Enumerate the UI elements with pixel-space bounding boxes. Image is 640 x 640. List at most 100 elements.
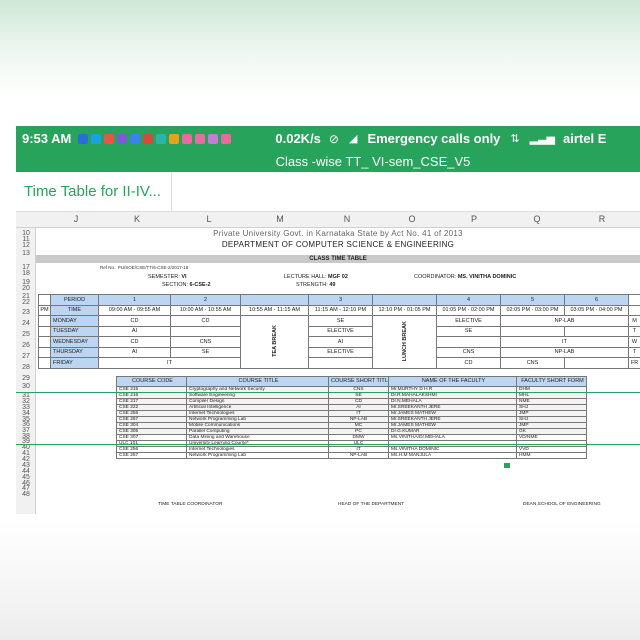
notification-icon <box>143 133 154 144</box>
ref-number: Ref No.: PU/SOE/CSE/TT/6-CSE-2/2017-18 <box>100 265 189 270</box>
tue-p5[interactable] <box>500 325 565 337</box>
row-number[interactable]: 18 <box>16 270 36 277</box>
column-N[interactable]: N <box>337 214 357 224</box>
row-number[interactable]: 48 <box>16 491 36 498</box>
course-title[interactable]: Network Programming Lab <box>186 452 329 459</box>
column-L[interactable]: L <box>199 214 219 224</box>
tue-p4[interactable]: SE <box>436 325 501 337</box>
row-number[interactable]: 13 <box>16 250 36 257</box>
fri-p12[interactable]: IT <box>98 357 241 369</box>
day-tuesday[interactable]: TUESDAY <box>50 325 99 337</box>
selection-handle[interactable] <box>504 463 510 468</box>
row-number[interactable]: 24 <box>16 320 36 327</box>
column-R[interactable]: R <box>592 214 612 224</box>
wed-p4[interactable] <box>436 336 501 348</box>
day-wednesday[interactable]: WEDNESDAY <box>50 336 99 348</box>
left-cut-pm[interactable]: PM <box>38 304 51 316</box>
tue-p3[interactable]: ELECTIVE <box>308 325 373 337</box>
period-6[interactable]: 6 <box>564 294 629 306</box>
period-label[interactable]: PERIOD <box>50 294 99 306</box>
wed-p56[interactable]: IT <box>500 336 629 348</box>
right-cut-t[interactable]: T <box>628 325 640 337</box>
mon-p3[interactable]: SE <box>308 315 373 327</box>
period-1[interactable]: 1 <box>98 294 171 306</box>
mon-p56[interactable]: NP-LAB <box>500 315 629 327</box>
row-number[interactable]: 30 <box>16 383 36 390</box>
right-cut-t[interactable]: T <box>628 346 640 358</box>
time-5[interactable]: 02:05 PM - 03:00 PM <box>500 304 565 316</box>
tue-p1[interactable]: AI <box>98 325 171 337</box>
column-P[interactable]: P <box>464 214 484 224</box>
thu-p1[interactable]: AI <box>98 346 171 358</box>
clock: 9:53 AM <box>22 131 72 146</box>
time-2[interactable]: 10:00 AM - 10:55 AM <box>170 304 241 316</box>
tue-p6[interactable] <box>564 325 629 337</box>
thu-p4[interactable]: CNS <box>436 346 501 358</box>
right-cut-fr[interactable]: FR <box>628 357 640 369</box>
period-4[interactable]: 4 <box>436 294 501 306</box>
tea-break-cell[interactable]: TEA BREAK <box>240 315 309 369</box>
thu-p3[interactable]: ELECTIVE <box>308 346 373 358</box>
row-number[interactable]: 23 <box>16 309 36 316</box>
mon-p2[interactable]: CD <box>170 315 241 327</box>
wed-p3[interactable]: AI <box>308 336 373 348</box>
wed-p2[interactable]: CNS <box>170 336 241 348</box>
thu-p56[interactable]: NP-LAB <box>500 346 629 358</box>
header-course-title[interactable]: COURSE TITLE <box>186 376 329 387</box>
row-number[interactable]: 20 <box>16 285 36 292</box>
time-label[interactable]: TIME <box>50 304 99 316</box>
header-faculty-short[interactable]: FACULTY SHORT FORM <box>516 376 587 387</box>
thu-p2[interactable]: SE <box>170 346 241 358</box>
time-tea[interactable]: 10:55 AM - 11:15 AM <box>240 304 309 316</box>
period-5[interactable]: 5 <box>500 294 565 306</box>
time-6[interactable]: 03:05 PM - 04:00 PM <box>564 304 629 316</box>
column-K[interactable]: K <box>127 214 147 224</box>
course-short-title[interactable]: NP-LAB <box>328 452 389 459</box>
mon-p4[interactable]: ELECTIVE <box>436 315 501 327</box>
row-number[interactable]: 27 <box>16 353 36 360</box>
header-course-code[interactable]: COURSE CODE <box>116 376 187 387</box>
notification-icon <box>130 133 141 144</box>
day-thursday[interactable]: THURSDAY <box>50 346 99 358</box>
fri-p4[interactable]: CD <box>436 357 501 369</box>
time-3[interactable]: 11:15 AM - 12:10 PM <box>308 304 373 316</box>
period-3[interactable]: 3 <box>308 294 373 306</box>
day-monday[interactable]: MONDAY <box>50 315 99 327</box>
period-2[interactable]: 2 <box>170 294 241 306</box>
faculty-short[interactable]: HMM <box>516 452 587 459</box>
sheet-tab-label[interactable]: Time Table for II-IV... <box>24 183 161 200</box>
time-1[interactable]: 09:00 AM - 09:55 AM <box>98 304 171 316</box>
row-number[interactable]: 26 <box>16 342 36 349</box>
faculty-name[interactable]: Ms.H.M MANJULA <box>388 452 517 459</box>
tue-p2[interactable] <box>170 325 241 337</box>
header-faculty-name[interactable]: NAME OF THE FACULTY <box>388 376 517 387</box>
column-Q[interactable]: Q <box>527 214 547 224</box>
notification-icon <box>104 133 115 144</box>
row-number[interactable]: 29 <box>16 375 36 382</box>
column-O[interactable]: O <box>402 214 422 224</box>
header-short-title[interactable]: COURSE SHORT TITLE <box>328 376 389 387</box>
day-friday[interactable]: FRIDAY <box>50 357 99 369</box>
row-number[interactable]: 12 <box>16 242 36 249</box>
time-row: PM TIME 09:00 AM - 09:55 AM 10:00 AM - 1… <box>38 304 640 316</box>
section-label: SECTION: <box>162 282 188 288</box>
fri-p3[interactable] <box>308 357 373 369</box>
fri-p6[interactable] <box>564 357 629 369</box>
lunch-break-cell[interactable]: LUNCH BREAK <box>372 315 437 369</box>
row-number[interactable]: 28 <box>16 364 36 371</box>
period-break-2[interactable] <box>372 294 437 306</box>
mon-p1[interactable]: CD <box>98 315 171 327</box>
wed-p1[interactable]: CD <box>98 336 171 348</box>
column-M[interactable]: M <box>270 214 290 224</box>
column-J[interactable]: J <box>66 214 86 224</box>
footer-hod: HEAD OF THE DEPARTMENT <box>338 502 405 507</box>
right-cut-w[interactable]: W <box>628 336 640 348</box>
period-break-1[interactable] <box>240 294 309 306</box>
row-number[interactable]: 22 <box>16 299 36 306</box>
fri-p5[interactable]: CNS <box>500 357 565 369</box>
time-4[interactable]: 01:05 PM - 02:00 PM <box>436 304 501 316</box>
course-code[interactable]: CSE 257 <box>116 452 187 459</box>
row-number[interactable]: 25 <box>16 331 36 338</box>
time-lunch[interactable]: 12:10 PM - 01:05 PM <box>372 304 437 316</box>
right-cut-m[interactable]: M <box>628 315 640 327</box>
